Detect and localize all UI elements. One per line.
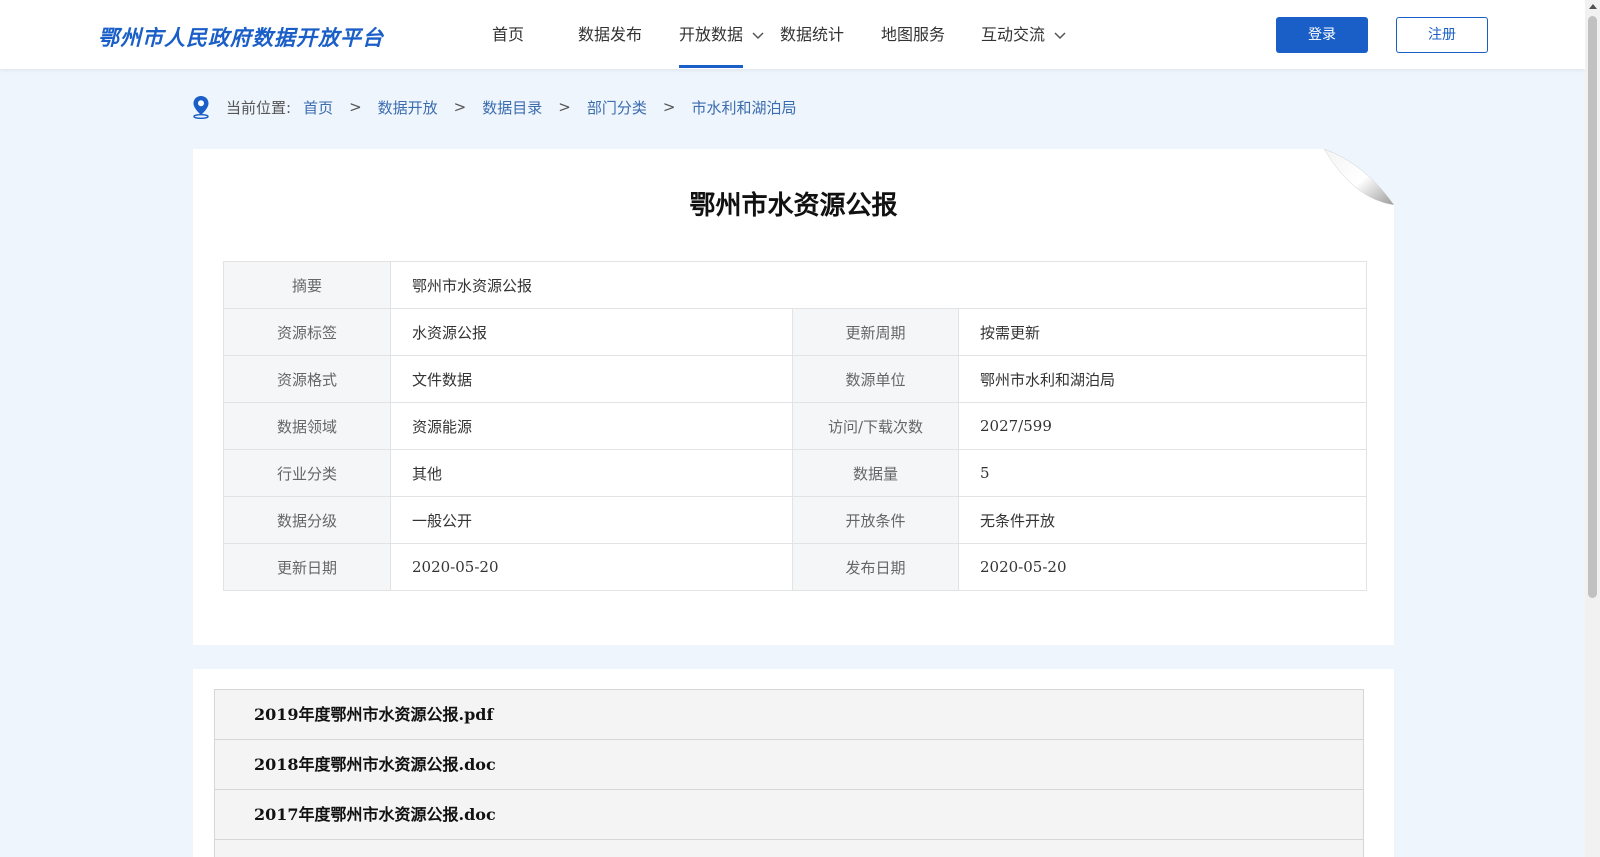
file-item[interactable]: 2019年度鄂州市水资源公报.pdf [214, 689, 1364, 740]
file-list: 2019年度鄂州市水资源公报.pdf 2018年度鄂州市水资源公报.doc 20… [193, 669, 1394, 857]
file-item[interactable]: 2018年度鄂州市水资源公报.doc [214, 739, 1364, 790]
login-button[interactable]: 登录 [1276, 17, 1368, 53]
table-row: 更新日期 2020-05-20 发布日期 2020-05-20 [223, 543, 1368, 591]
breadcrumb-separator: > [349, 98, 362, 116]
dataset-title: 鄂州市水资源公报 [689, 191, 898, 221]
chevron-down-icon[interactable] [1054, 0, 1066, 69]
page-scrollbar[interactable] [1585, 0, 1600, 857]
breadcrumb-separator: > [558, 98, 571, 116]
field-value: 一般公开 [390, 496, 793, 544]
scroll-up-arrow-icon[interactable] [1589, 4, 1597, 9]
field-value: 鄂州市水利和湖泊局 [957, 355, 1368, 403]
field-value: 水资源公报 [390, 308, 793, 356]
field-label: 数源单位 [792, 355, 959, 403]
file-item[interactable]: 2017年度鄂州市水资源公报.doc [214, 789, 1364, 840]
nav-item-open-data[interactable]: 开放数据 [679, 0, 744, 69]
scrollbar-thumb[interactable] [1588, 16, 1597, 598]
field-label: 数据领域 [223, 402, 391, 450]
field-value: 2020-05-20 [390, 543, 793, 591]
field-label: 资源标签 [223, 308, 391, 356]
summary-value: 鄂州市水资源公报 [389, 261, 1368, 309]
location-pin-icon [193, 96, 209, 119]
file-item[interactable] [214, 839, 1364, 857]
breadcrumb-catalog[interactable]: 数据目录 [482, 97, 542, 118]
field-label: 发布日期 [792, 543, 959, 591]
summary-label: 摘要 [223, 261, 391, 309]
breadcrumb-water-bureau[interactable]: 市水利和湖泊局 [691, 97, 796, 118]
nav-item-data-publish[interactable]: 数据发布 [578, 0, 642, 69]
breadcrumb-home[interactable]: 首页 [303, 97, 333, 118]
field-value: 按需更新 [957, 308, 1368, 356]
table-row: 数据分级 一般公开 开放条件 无条件开放 [223, 496, 1368, 544]
table-row: 行业分类 其他 数据量 5 [223, 449, 1368, 497]
breadcrumb: 当前位置: 首页 > 数据开放 > 数据目录 > 部门分类 > 市水利和湖泊局 [192, 94, 796, 120]
dataset-info-table: 摘要 鄂州市水资源公报 资源标签 水资源公报 更新周期 按需更新 资源格式 文件… [223, 261, 1368, 591]
field-label: 开放条件 [792, 496, 959, 544]
breadcrumb-separator: > [662, 98, 676, 116]
table-row: 摘要 鄂州市水资源公报 [223, 261, 1368, 309]
nav-item-data-stats[interactable]: 数据统计 [780, 0, 844, 69]
field-label: 数据量 [792, 449, 959, 497]
field-value: 资源能源 [390, 402, 793, 450]
field-value: 2027/599 [957, 402, 1368, 450]
top-navbar: 鄂州市人民政府数据开放平台 首页 数据发布 开放数据 数据统计 地图服务 互动交… [0, 0, 1585, 69]
field-label: 更新周期 [792, 308, 959, 356]
field-label: 访问/下载次数 [792, 402, 959, 450]
nav-item-map-service[interactable]: 地图服务 [881, 0, 945, 69]
register-button[interactable]: 注册 [1396, 17, 1488, 53]
field-label: 更新日期 [223, 543, 391, 591]
breadcrumb-open-data[interactable]: 数据开放 [378, 97, 438, 118]
breadcrumb-separator: > [453, 98, 467, 116]
chevron-down-icon[interactable] [752, 0, 764, 69]
nav-item-home[interactable]: 首页 [492, 0, 524, 69]
field-value: 无条件开放 [957, 496, 1368, 544]
field-value: 其他 [390, 449, 793, 497]
site-logo[interactable]: 鄂州市人民政府数据开放平台 [98, 22, 384, 52]
field-value: 文件数据 [390, 355, 793, 403]
field-value: 5 [957, 449, 1368, 497]
breadcrumb-department[interactable]: 部门分类 [587, 97, 647, 118]
field-label: 行业分类 [223, 449, 391, 497]
nav-item-interaction[interactable]: 互动交流 [981, 0, 1045, 69]
field-label: 数据分级 [223, 496, 391, 544]
table-row: 数据领域 资源能源 访问/下载次数 2027/599 [223, 402, 1368, 450]
breadcrumb-prefix: 当前位置: [226, 98, 292, 117]
table-row: 资源标签 水资源公报 更新周期 按需更新 [223, 308, 1368, 356]
dataset-detail-card: 鄂州市水资源公报 摘要 鄂州市水资源公报 资源标签 水资源公报 更新周期 按需更… [193, 149, 1394, 645]
field-value: 2020-05-20 [957, 543, 1368, 591]
field-label: 资源格式 [223, 355, 391, 403]
table-row: 资源格式 文件数据 数源单位 鄂州市水利和湖泊局 [223, 355, 1368, 403]
